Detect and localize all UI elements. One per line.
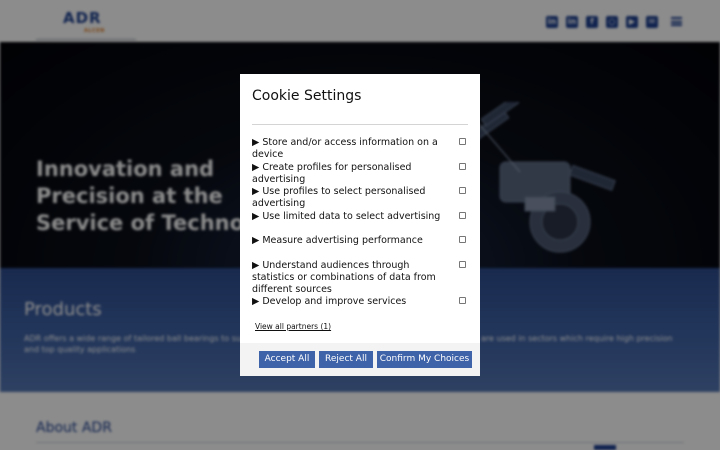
confirm-choices-button[interactable]: Confirm My Choices [377, 351, 472, 368]
option-checkbox[interactable] [459, 162, 466, 170]
option-checkbox[interactable] [459, 260, 466, 268]
option-checkbox[interactable] [459, 138, 466, 145]
consent-option-limited-data[interactable]: ▶ Use limited data to select advertising [252, 211, 468, 223]
dialog-title: Cookie Settings [252, 88, 362, 104]
consent-option-create-profiles[interactable]: ▶ Create profiles for personalised adver… [252, 162, 468, 186]
dialog-button-bar: Accept All Reject All Confirm My Choices [240, 343, 480, 376]
consent-option-store-access[interactable]: ▶ Store and/or access information on a d… [252, 137, 468, 161]
consent-option-measure-advertising[interactable]: ▶ Measure advertising performance [252, 235, 468, 247]
option-label: ▶ Understand audiences through statistic… [252, 259, 436, 295]
option-label: ▶ Develop and improve services [252, 296, 407, 307]
option-label: ▶ Measure advertising performance [252, 235, 423, 246]
option-checkbox[interactable] [459, 297, 466, 304]
option-checkbox[interactable] [459, 236, 466, 243]
reject-all-button[interactable]: Reject All [319, 351, 373, 368]
view-partners-link[interactable]: View all partners (1) [255, 322, 331, 331]
consent-option-understand-audiences[interactable]: ▶ Understand audiences through statistic… [252, 260, 468, 296]
option-label: ▶ Use profiles to select personalised ad… [252, 186, 426, 209]
dialog-divider [252, 124, 468, 125]
option-checkbox[interactable] [459, 187, 466, 194]
option-label: ▶ Use limited data to select advertising [252, 210, 441, 222]
accept-all-button[interactable]: Accept All [259, 351, 315, 368]
option-checkbox[interactable] [459, 211, 466, 219]
option-label: ▶ Store and/or access information on a d… [252, 137, 438, 160]
cookie-settings-dialog: Cookie Settings ▶ Store and/or access in… [240, 74, 480, 376]
consent-option-use-profiles[interactable]: ▶ Use profiles to select personalised ad… [252, 186, 468, 210]
consent-option-develop-services[interactable]: ▶ Develop and improve services [252, 296, 468, 308]
option-label: ▶ Create profiles for personalised adver… [252, 161, 412, 185]
